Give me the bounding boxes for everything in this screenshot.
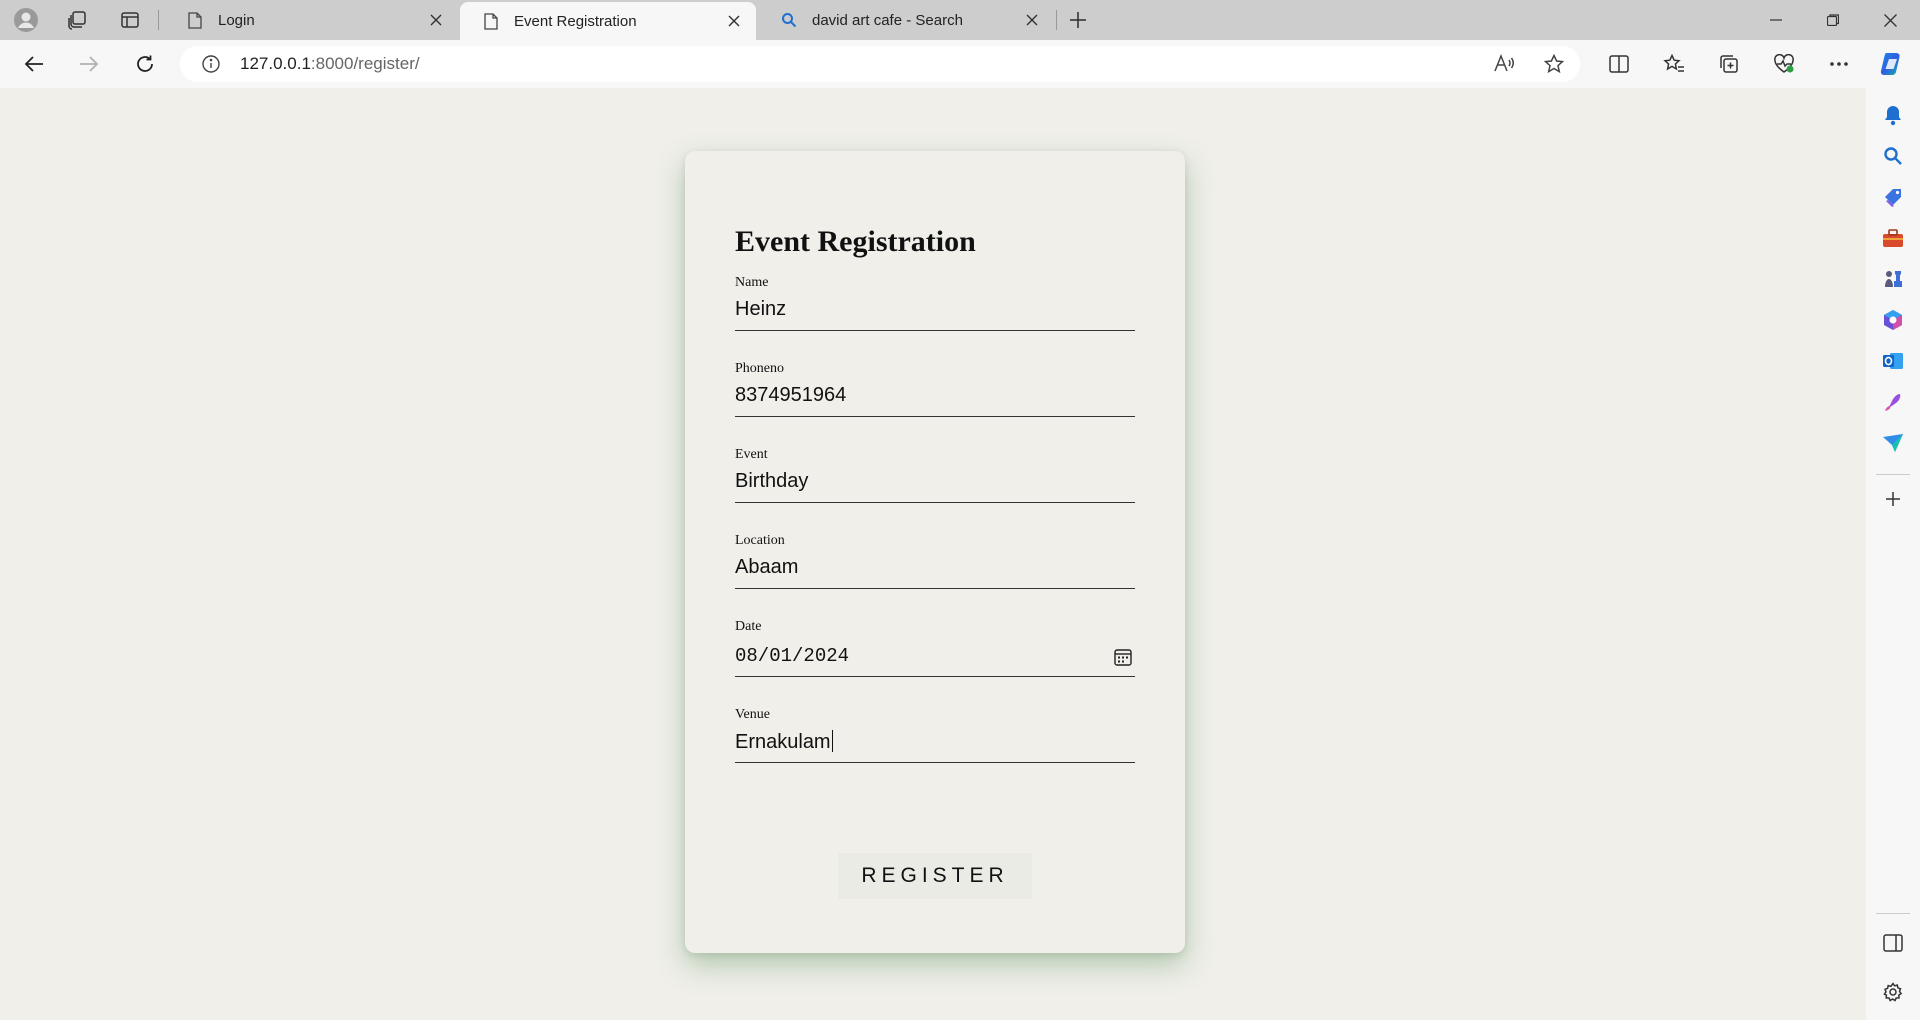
close-window-icon[interactable] [1862, 0, 1918, 40]
notification-bell-icon[interactable] [1879, 101, 1907, 129]
date-label: Date [735, 619, 762, 634]
date-input[interactable]: 08/01/2024 [735, 637, 1135, 677]
forward-icon[interactable] [71, 48, 107, 80]
browser-essentials-icon[interactable] [1766, 48, 1802, 80]
microsoft-365-icon[interactable] [1879, 306, 1907, 334]
read-aloud-icon[interactable] [1486, 46, 1522, 82]
url-text[interactable]: 127.0.0.1:8000/register/ [240, 54, 420, 74]
tab-title: Login [218, 11, 255, 29]
edge-sidebar [1866, 88, 1920, 1020]
site-info-icon[interactable] [200, 53, 222, 75]
phoneno-input[interactable]: 8374951964 [735, 379, 1135, 417]
date-field-group: Date 08/01/2024 [735, 619, 1135, 677]
page-viewport: Event Registration Name Heinz Phoneno 83… [4, 88, 1866, 1016]
tab-title: Event Registration [514, 12, 637, 30]
date-value: 08/01/2024 [735, 645, 850, 667]
registration-card: Event Registration Name Heinz Phoneno 83… [685, 151, 1185, 953]
settings-gear-icon[interactable] [1879, 978, 1907, 1006]
calendar-icon[interactable] [1113, 647, 1133, 667]
page-icon [482, 12, 500, 30]
tab-strip: Login Event Registration david art cafe … [0, 0, 1920, 40]
profile-icon[interactable] [10, 6, 42, 34]
address-bar[interactable]: 127.0.0.1:8000/register/ [180, 46, 1580, 82]
event-input[interactable]: Birthday [735, 465, 1135, 503]
tab-search[interactable]: david art cafe - Search [758, 0, 1054, 40]
close-icon[interactable] [422, 6, 450, 34]
phone-field-group: Phoneno 8374951964 [735, 361, 1135, 417]
register-button[interactable]: REGISTER [838, 853, 1032, 899]
new-tab-icon[interactable] [1062, 6, 1094, 34]
refresh-icon[interactable] [127, 48, 163, 80]
hide-sidebar-icon[interactable] [1879, 929, 1907, 957]
text-caret [831, 730, 833, 752]
phoneno-label: Phoneno [735, 361, 784, 376]
split-screen-icon[interactable] [1601, 48, 1637, 80]
close-icon[interactable] [1018, 6, 1046, 34]
name-label: Name [735, 275, 769, 290]
tab-login[interactable]: Login [164, 0, 458, 40]
location-input[interactable]: Abaam [735, 551, 1135, 589]
close-icon[interactable] [720, 7, 748, 35]
search-icon [780, 11, 798, 29]
venue-value: Ernakulam [735, 731, 831, 753]
favorites-icon[interactable] [1656, 48, 1692, 80]
venue-input[interactable]: Ernakulam [735, 725, 1135, 763]
venue-label: Venue [735, 707, 770, 722]
venue-field-group: Venue Ernakulam [735, 707, 1135, 763]
minimize-icon[interactable] [1748, 0, 1804, 40]
name-field-group: Name Heinz [735, 275, 1135, 331]
copilot-icon[interactable] [1874, 48, 1910, 80]
designer-icon[interactable] [1879, 388, 1907, 416]
tools-briefcase-icon[interactable] [1879, 224, 1907, 252]
vertical-tabs-icon[interactable] [114, 6, 146, 34]
page-icon [186, 11, 204, 29]
favorite-star-icon[interactable] [1536, 46, 1572, 82]
search-icon[interactable] [1879, 142, 1907, 170]
back-icon[interactable] [16, 48, 52, 80]
name-input[interactable]: Heinz [735, 293, 1135, 331]
send-plane-icon[interactable] [1879, 429, 1907, 457]
tab-event-registration[interactable]: Event Registration [460, 2, 756, 40]
form-title: Event Registration [735, 225, 976, 258]
tab-title: david art cafe - Search [812, 11, 963, 29]
location-label: Location [735, 533, 785, 548]
event-field-group: Event Birthday [735, 447, 1135, 503]
outlook-icon[interactable] [1879, 347, 1907, 375]
games-chess-icon[interactable] [1879, 265, 1907, 293]
collections-icon[interactable] [1711, 48, 1747, 80]
add-sidebar-app-icon[interactable] [1879, 485, 1907, 513]
event-label: Event [735, 447, 768, 462]
browser-toolbar: 127.0.0.1:8000/register/ [0, 40, 1920, 88]
workspaces-icon[interactable] [61, 6, 93, 34]
shopping-tag-icon[interactable] [1879, 183, 1907, 211]
more-options-icon[interactable] [1821, 48, 1857, 80]
location-field-group: Location Abaam [735, 533, 1135, 589]
restore-icon[interactable] [1805, 0, 1861, 40]
